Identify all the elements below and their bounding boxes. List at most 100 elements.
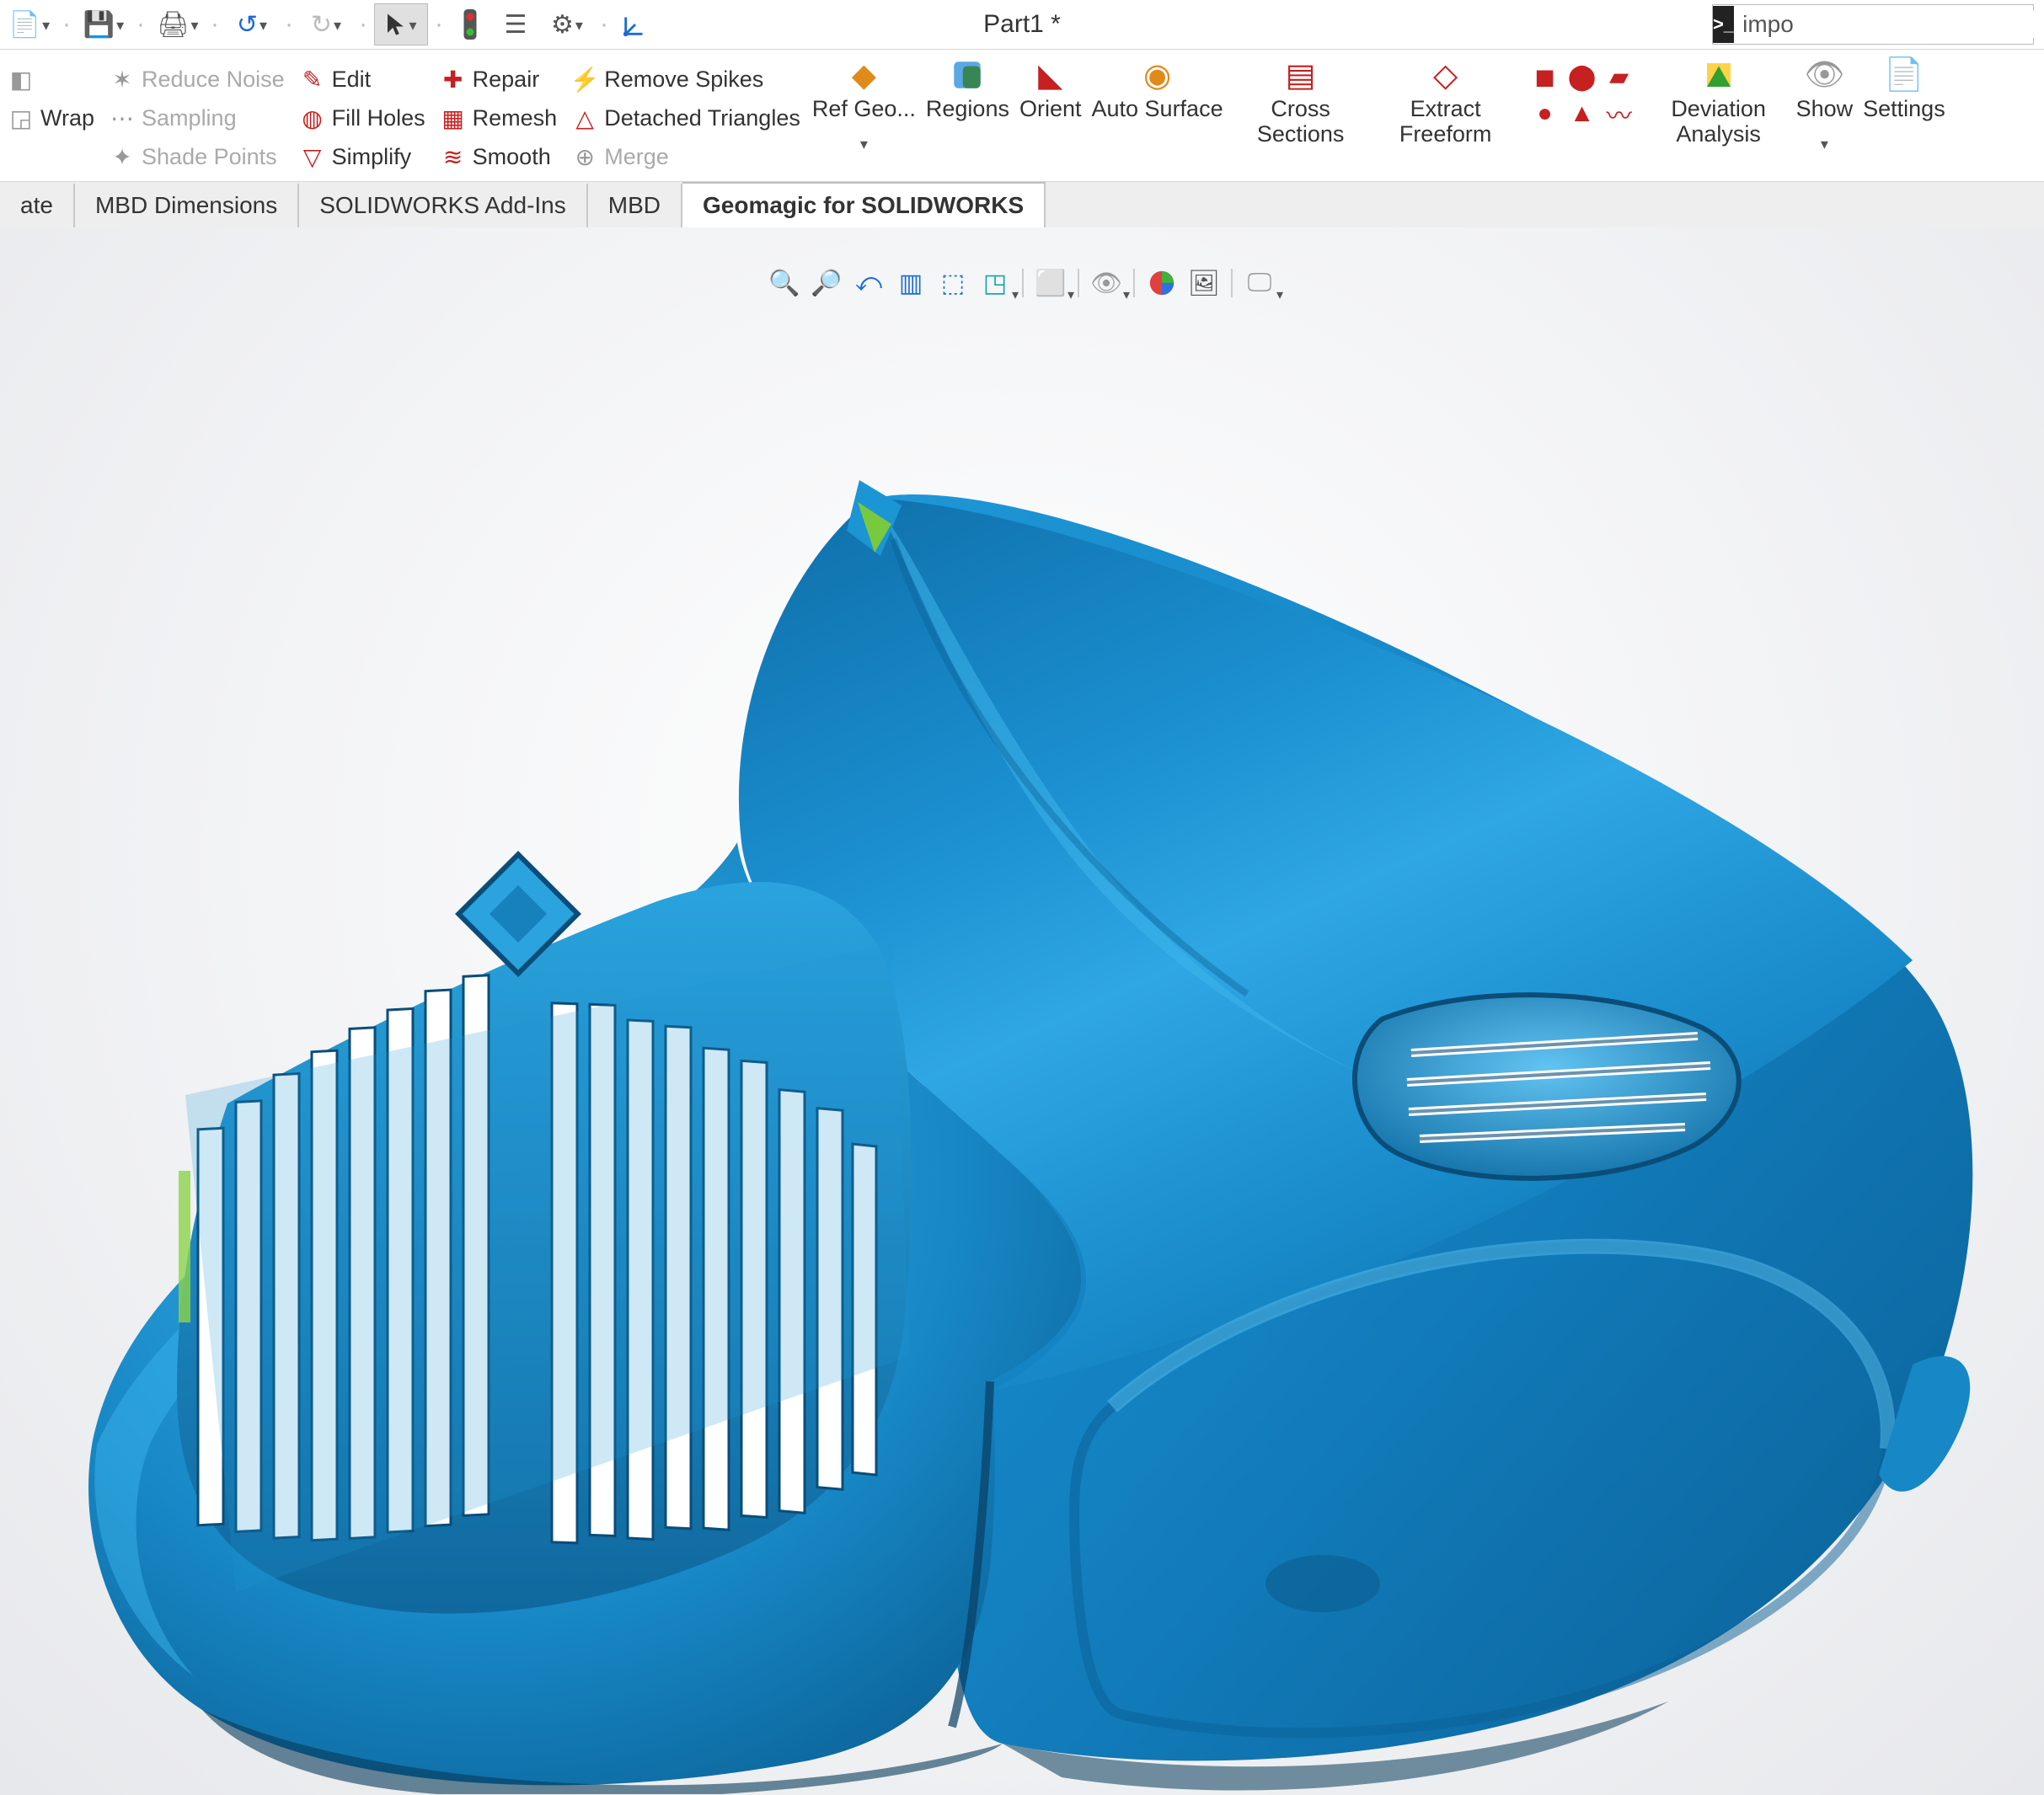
save-button[interactable]: 💾: [78, 4, 130, 45]
primitives-grid[interactable]: ◼ ⬤ ▰ ● ▲ 〰: [1518, 55, 1646, 181]
settings-gear-button[interactable]: ⚙: [541, 4, 593, 45]
render-button[interactable]: 🖵: [1241, 264, 1278, 302]
wrap-icon: ◲: [7, 104, 35, 132]
overflow-item-ate[interactable]: ◧ ate: [7, 61, 94, 98]
separator: ·: [283, 10, 295, 39]
hide-show-button[interactable]: ⬜: [1032, 264, 1069, 302]
extract-freeform-button[interactable]: ◇ Extract Freeform: [1373, 55, 1518, 181]
orient-button[interactable]: ◣ Orient: [1014, 55, 1087, 181]
auto-surface-button[interactable]: ◉ Auto Surface: [1087, 55, 1228, 181]
tab-ate[interactable]: ate: [0, 184, 75, 227]
zoom-fit-button[interactable]: 🔍: [766, 264, 803, 302]
undo-button[interactable]: ↺: [226, 4, 278, 45]
separator: [1078, 269, 1079, 297]
label: Auto Surface: [1092, 97, 1223, 122]
repair-button[interactable]: ✚ Repair: [439, 61, 558, 98]
sphere-icon[interactable]: ●: [1528, 97, 1562, 131]
auto-surface-icon: ◉: [1137, 55, 1178, 95]
smooth-button[interactable]: ≋ Smooth: [439, 138, 558, 175]
print-button[interactable]: 🖨: [152, 4, 204, 45]
previous-view-button[interactable]: ⤺: [850, 264, 887, 302]
regions-icon: [947, 55, 987, 95]
sweep-icon[interactable]: 〰: [1603, 97, 1636, 131]
previous-view-icon: ⤺: [855, 269, 882, 297]
scene-button[interactable]: 🖼: [1185, 264, 1223, 302]
label: Settings: [1863, 97, 1945, 122]
dropdown-caret-icon: [115, 11, 124, 38]
tab-solidworks-addins[interactable]: SOLIDWORKS Add-Ins: [299, 184, 588, 227]
overflow-item-nt[interactable]: nt: [7, 138, 94, 175]
select-tool-button[interactable]: [374, 3, 428, 45]
cursor-icon: [385, 12, 407, 37]
3d-viewport[interactable]: [0, 227, 2044, 1795]
fill-holes-button[interactable]: ◍ Fill Holes: [298, 99, 425, 136]
cross-sections-icon: ▤: [1281, 55, 1321, 95]
tab-geomagic[interactable]: Geomagic for SOLIDWORKS: [682, 182, 1046, 229]
appearance-button[interactable]: [1143, 264, 1180, 302]
eye-icon: 👁: [1804, 55, 1844, 95]
cross-sections-button[interactable]: ▤ Cross Sections: [1228, 55, 1373, 181]
axis-orient-button[interactable]: [615, 4, 655, 45]
section-icon: ▥: [899, 269, 923, 298]
command-search[interactable]: >_ ⌕: [1712, 4, 2034, 45]
label: Fill Holes: [332, 105, 425, 131]
settings-button[interactable]: 📄 Settings: [1858, 55, 1950, 181]
reduce-noise-button[interactable]: ✶ Reduce Noise: [108, 61, 285, 98]
slab-icon[interactable]: ▰: [1603, 60, 1636, 93]
shade-points-icon: ✦: [108, 142, 136, 171]
traffic-light-button[interactable]: [450, 4, 490, 45]
display-style-button[interactable]: ◳: [977, 264, 1014, 302]
regions-button[interactable]: Regions: [921, 55, 1014, 181]
tab-mbd-dimensions[interactable]: MBD Dimensions: [75, 184, 299, 227]
separator: ·: [357, 10, 369, 39]
remove-spikes-icon: ⚡: [570, 65, 599, 93]
zoom-fit-icon: 🔍: [768, 269, 800, 298]
ribbon-toolbar: ◧ ate ◲ Wrap nt ✶ Reduce Noise ⋯ Samplin…: [0, 50, 2044, 182]
edit-button[interactable]: ✎ Edit: [298, 61, 425, 98]
ribbon-group-noise: ✶ Reduce Noise ⋯ Sampling ✦ Shade Points: [101, 55, 292, 181]
cube-icon[interactable]: ◼: [1528, 60, 1562, 93]
view-orientation-button[interactable]: ⬚: [934, 264, 971, 302]
dropdown-caret-icon: [40, 11, 50, 38]
remove-spikes-button[interactable]: ⚡ Remove Spikes: [570, 61, 800, 98]
show-button[interactable]: 👁 Show ▾: [1791, 55, 1859, 181]
new-button[interactable]: 📄: [3, 4, 56, 45]
view-toggle-button[interactable]: 👁: [1088, 264, 1125, 302]
search-input[interactable]: [1734, 11, 2044, 38]
eye-icon: 👁: [1090, 269, 1122, 298]
separator: ·: [61, 10, 72, 39]
display-style-icon: ◳: [983, 269, 1007, 298]
sampling-button[interactable]: ⋯ Sampling: [108, 99, 285, 136]
ref-geo-button[interactable]: ◆ Ref Geo... ▾: [807, 55, 921, 181]
view-orientation-icon: ⬚: [941, 269, 965, 298]
options-list-button[interactable]: ☰: [495, 4, 536, 45]
deviation-analysis-button[interactable]: Deviation Analysis: [1646, 55, 1791, 181]
separator: [1133, 269, 1135, 297]
gear-icon: ⚙: [551, 10, 574, 40]
dropdown-caret-icon: [258, 11, 267, 38]
merge-button[interactable]: ⊕ Merge: [570, 138, 800, 175]
shade-points-button[interactable]: ✦ Shade Points: [108, 138, 285, 175]
label: Show: [1796, 97, 1854, 122]
wrap-button[interactable]: ◲ Wrap: [7, 99, 94, 136]
label: Reduce Noise: [142, 67, 285, 93]
section-view-button[interactable]: ▥: [892, 264, 929, 302]
cylinder-icon[interactable]: ⬤: [1565, 60, 1599, 93]
redo-icon: ↻: [311, 10, 332, 40]
detached-triangles-button[interactable]: △ Detached Triangles: [570, 99, 800, 136]
separator: [1022, 269, 1024, 297]
cone-icon[interactable]: ▲: [1565, 97, 1599, 131]
extract-freeform-icon: ◇: [1426, 55, 1466, 95]
zoom-area-button[interactable]: 🔎: [808, 264, 845, 302]
fill-holes-icon: ◍: [298, 104, 327, 132]
simplify-button[interactable]: ▽ Simplify: [298, 138, 425, 175]
label: Orient: [1019, 97, 1082, 122]
traffic-light-icon: [461, 9, 479, 40]
tab-mbd[interactable]: MBD: [588, 184, 682, 227]
undo-icon: ↺: [237, 10, 258, 40]
remesh-button[interactable]: ▦ Remesh: [439, 99, 558, 136]
label: Repair: [473, 67, 540, 93]
label: Edit: [332, 67, 372, 93]
generic-icon: ◧: [7, 65, 35, 93]
redo-button[interactable]: ↻: [300, 4, 352, 45]
